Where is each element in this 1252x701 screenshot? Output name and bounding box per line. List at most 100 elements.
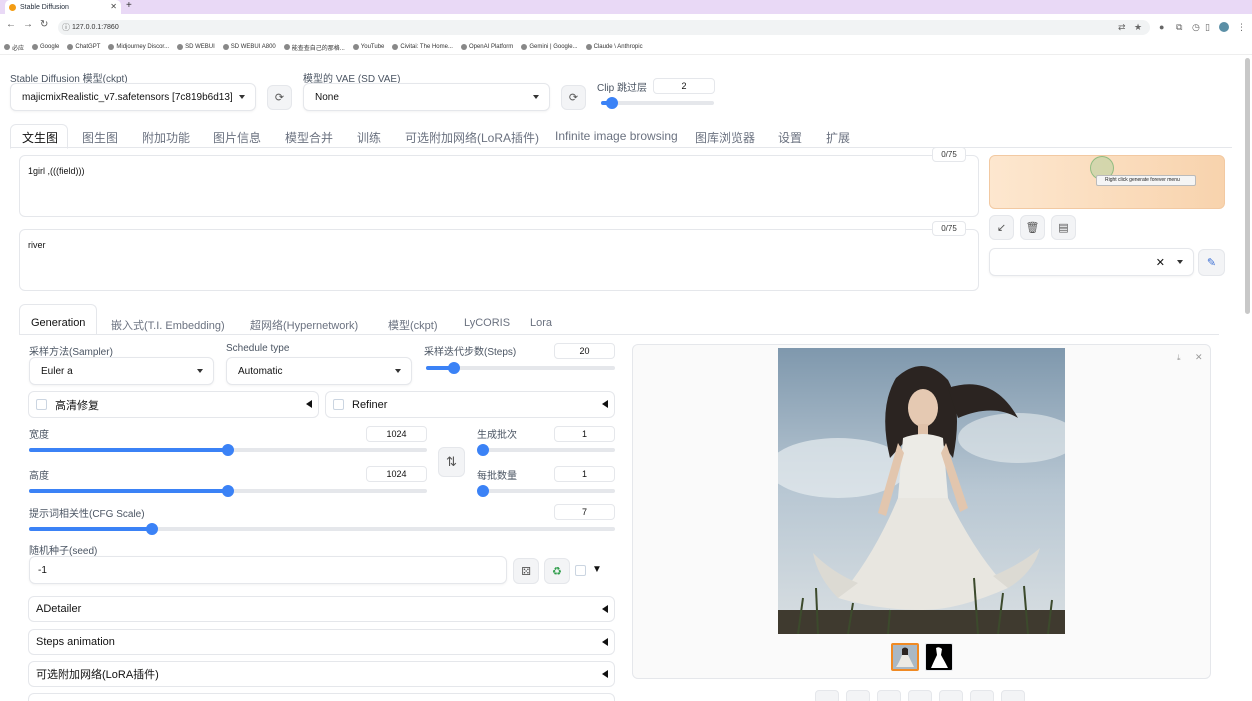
- height-slider[interactable]: [29, 485, 427, 497]
- back-icon[interactable]: ←: [6, 19, 16, 30]
- sampler-dropdown[interactable]: Euler a: [29, 357, 214, 385]
- height-input[interactable]: 1024: [366, 466, 427, 482]
- width-slider[interactable]: [29, 444, 427, 456]
- tab-png-info[interactable]: 图片信息: [213, 129, 261, 146]
- styles-dropdown[interactable]: ✕: [989, 248, 1194, 276]
- tab-generation[interactable]: Generation: [31, 317, 85, 329]
- profile-avatar[interactable]: [1219, 22, 1229, 32]
- swap-dimensions-button[interactable]: ⇅: [438, 447, 465, 477]
- bookmark-item[interactable]: Gemini | Google...: [521, 44, 578, 50]
- hires-fix-accordion[interactable]: 高清修复: [28, 391, 319, 418]
- clear-icon[interactable]: ✕: [1156, 256, 1165, 269]
- sidepanel-icon[interactable]: ▯: [1205, 22, 1210, 33]
- page-scrollbar[interactable]: [1245, 58, 1250, 314]
- send-to-extras-button[interactable]: [970, 690, 994, 701]
- site-info-icon[interactable]: ⓘ: [62, 22, 70, 33]
- slider-handle[interactable]: [477, 485, 489, 497]
- adetailer-accordion[interactable]: ADetailer: [28, 596, 615, 622]
- close-tab-icon[interactable]: ✕: [110, 2, 117, 11]
- tab-txt2img[interactable]: 文生图: [22, 129, 58, 146]
- extension-icon[interactable]: ●: [1159, 22, 1164, 32]
- gallery-thumbnail[interactable]: [925, 643, 953, 671]
- bookmark-item[interactable]: Claude \ Anthropic: [585, 44, 643, 50]
- reload-icon[interactable]: ↻: [40, 19, 48, 30]
- translate-icon[interactable]: ⇄: [1118, 22, 1126, 33]
- batch-count-slider[interactable]: [477, 444, 615, 456]
- refiner-accordion[interactable]: Refiner: [325, 391, 615, 418]
- refiner-checkbox[interactable]: [333, 399, 344, 410]
- clear-prompt-button[interactable]: 🗑: [1020, 215, 1045, 240]
- send-to-img2img-button[interactable]: [908, 690, 932, 701]
- zip-button[interactable]: [877, 690, 901, 701]
- steps-input[interactable]: 20: [554, 343, 615, 359]
- slider-handle[interactable]: [477, 444, 489, 456]
- extension-icon-2[interactable]: ⧉: [1176, 22, 1182, 33]
- vae-dropdown[interactable]: None: [303, 83, 550, 111]
- bookmark-item[interactable]: ChatGPT: [67, 44, 100, 50]
- bookmark-item[interactable]: 能查查自己的那格...: [283, 43, 345, 52]
- tab-embedding[interactable]: 嵌入式(T.I. Embedding): [111, 317, 225, 333]
- hires-fix-checkbox[interactable]: [36, 399, 47, 410]
- tab-image-browser[interactable]: 图库浏览器: [695, 129, 755, 146]
- steps-animation-accordion[interactable]: Steps animation: [28, 629, 615, 655]
- batch-size-input[interactable]: 1: [554, 466, 615, 482]
- width-input[interactable]: 1024: [366, 426, 427, 442]
- browser-tab[interactable]: Stable Diffusion ✕: [5, 0, 121, 14]
- cfg-input[interactable]: 7: [554, 504, 615, 520]
- positive-prompt-input[interactable]: 1girl ,(((field))): [19, 155, 979, 217]
- tab-img2img[interactable]: 图生图: [82, 129, 118, 146]
- generated-image[interactable]: [778, 348, 1065, 634]
- gallery-thumbnail-selected[interactable]: [891, 643, 919, 671]
- batch-size-slider[interactable]: [477, 485, 615, 497]
- tab-lycoris[interactable]: LyCORIS: [464, 317, 510, 329]
- bookmark-item[interactable]: SD WEBUI: [177, 44, 215, 50]
- clip-skip-slider[interactable]: [601, 97, 714, 109]
- tab-ckpt[interactable]: 模型(ckpt): [388, 317, 438, 333]
- download-icon[interactable]: ⤓: [1177, 353, 1181, 363]
- tab-infinite-image-browsing[interactable]: Infinite image browsing: [555, 129, 678, 143]
- expand-triangle-icon[interactable]: ▼: [592, 564, 602, 575]
- slider-handle[interactable]: [222, 444, 234, 456]
- tab-checkpoint-merger[interactable]: 模型合并: [285, 129, 333, 146]
- tab-lora[interactable]: Lora: [530, 317, 552, 329]
- steps-slider[interactable]: [426, 362, 615, 374]
- lora-accordion[interactable]: 可选附加网络(LoRA插件): [28, 661, 615, 687]
- history-icon[interactable]: ◷: [1192, 22, 1200, 33]
- url-input[interactable]: ⓘ 127.0.0.1:7860: [58, 20, 1150, 35]
- bookmark-item[interactable]: Civitai: The Home...: [392, 44, 453, 50]
- batch-count-input[interactable]: 1: [554, 426, 615, 442]
- bookmark-item[interactable]: 必应: [4, 43, 24, 52]
- tab-train[interactable]: 训练: [357, 129, 381, 146]
- model-dropdown[interactable]: majicmixRealistic_v7.safetensors [7c819b…: [10, 83, 256, 111]
- bookmark-item[interactable]: YouTube: [352, 44, 384, 50]
- edit-styles-button[interactable]: ✎: [1198, 249, 1225, 276]
- bookmark-item[interactable]: SD WEBUI A800: [222, 44, 276, 50]
- slider-handle[interactable]: [606, 97, 619, 109]
- bookmark-star-icon[interactable]: ★: [1134, 22, 1142, 33]
- bookmark-item[interactable]: Midjourney Discor...: [108, 44, 169, 50]
- random-seed-button[interactable]: ⚄: [513, 558, 539, 584]
- close-icon[interactable]: ✕: [1195, 352, 1203, 363]
- tab-hypernetwork[interactable]: 超网络(Hypernetwork): [250, 317, 358, 333]
- read-params-button[interactable]: ↙: [989, 215, 1014, 240]
- refresh-vae-button[interactable]: ⟳: [561, 85, 586, 110]
- new-tab-icon[interactable]: +: [126, 0, 132, 11]
- tab-extensions[interactable]: 扩展: [826, 129, 850, 146]
- more-button[interactable]: [1001, 690, 1025, 701]
- tab-extras[interactable]: 附加功能: [142, 129, 190, 146]
- cfg-slider[interactable]: [29, 523, 615, 535]
- send-to-inpaint-button[interactable]: [939, 690, 963, 701]
- negative-prompt-input[interactable]: river: [19, 229, 979, 291]
- extra-seed-checkbox[interactable]: [575, 565, 586, 576]
- forward-icon[interactable]: →: [23, 19, 33, 30]
- save-button[interactable]: [846, 690, 870, 701]
- open-folder-button[interactable]: [815, 690, 839, 701]
- menu-icon[interactable]: ⋮: [1237, 22, 1246, 33]
- slider-handle[interactable]: [146, 523, 159, 535]
- style-button[interactable]: ▤: [1051, 215, 1076, 240]
- bookmark-item[interactable]: Google: [32, 44, 59, 50]
- schedule-dropdown[interactable]: Automatic: [226, 357, 412, 385]
- tab-settings[interactable]: 设置: [778, 129, 802, 146]
- tab-additional-networks[interactable]: 可选附加网络(LoRA插件): [405, 129, 539, 146]
- next-accordion[interactable]: [28, 693, 615, 701]
